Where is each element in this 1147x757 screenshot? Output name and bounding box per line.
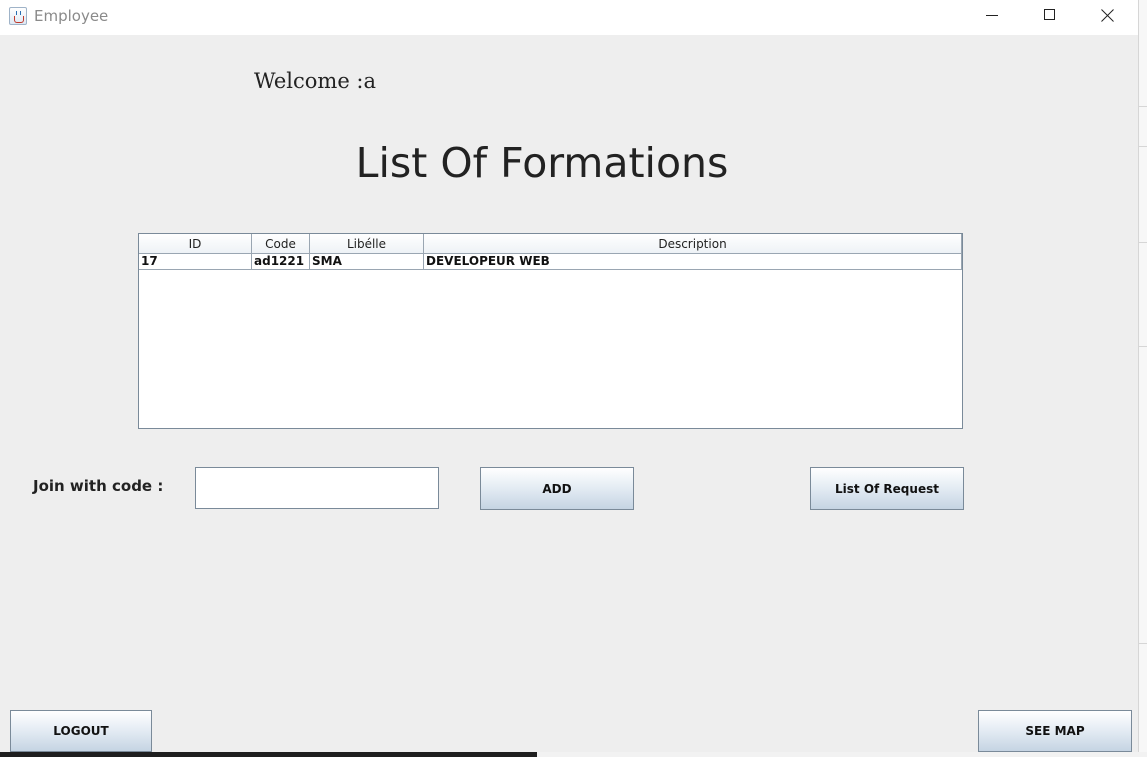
divider <box>1139 242 1147 243</box>
background-window-edge <box>1138 0 1147 757</box>
page-title: List Of Formations <box>355 139 729 187</box>
column-header-libelle[interactable]: Libélle <box>310 234 424 254</box>
minimize-icon <box>986 15 998 16</box>
maximize-button[interactable] <box>1021 0 1077 32</box>
logout-button[interactable]: LOGOUT <box>10 710 152 752</box>
divider <box>1139 643 1147 644</box>
add-button[interactable]: ADD <box>480 467 634 510</box>
join-code-label: Join with code : <box>33 477 164 495</box>
employee-window: Employee Welcome :a List Of Formations I… <box>0 0 1138 752</box>
see-map-button[interactable]: SEE MAP <box>978 710 1132 752</box>
table-cell-code[interactable]: ad1221 <box>252 254 310 270</box>
join-code-input[interactable] <box>195 467 439 509</box>
column-header-code[interactable]: Code <box>252 234 310 254</box>
divider <box>1139 146 1147 147</box>
close-button[interactable] <box>1079 0 1135 32</box>
divider <box>1139 346 1147 347</box>
maximize-icon <box>1044 9 1055 20</box>
list-of-request-button[interactable]: List Of Request <box>810 467 964 510</box>
table-cell-description[interactable]: DEVELOPEUR WEB <box>424 254 962 270</box>
table-cell-id[interactable]: 17 <box>139 254 252 270</box>
background-strip <box>537 752 1147 757</box>
column-header-id[interactable]: ID <box>139 234 252 254</box>
divider <box>1139 106 1147 107</box>
minimize-button[interactable] <box>963 0 1019 32</box>
window-title: Employee <box>34 7 109 25</box>
welcome-label: Welcome :a <box>254 69 377 93</box>
background-taskbar-edge <box>0 752 1147 757</box>
java-cup-icon <box>9 7 27 25</box>
formations-table[interactable]: ID Code Libélle Description 17 ad1221 SM… <box>138 233 963 429</box>
title-bar[interactable]: Employee <box>0 0 1138 35</box>
column-header-description[interactable]: Description <box>424 234 962 254</box>
table-cell-libelle[interactable]: SMA <box>310 254 424 270</box>
